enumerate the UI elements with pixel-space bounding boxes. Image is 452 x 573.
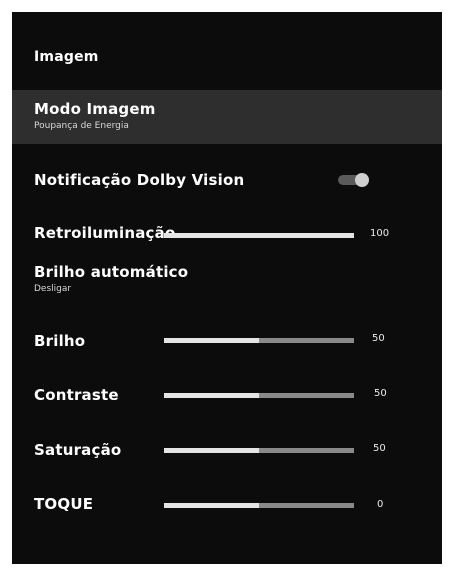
sharpness-value: 0 [377,499,384,510]
sharpness-item[interactable]: TOQUE 0 [12,489,442,519]
menu-title: Imagem [34,49,99,65]
saturation-item[interactable]: Saturação 50 [12,435,442,465]
contrast-item[interactable]: Contraste 50 [12,380,442,410]
backlight-item[interactable]: Retroiluminação 100 [12,218,442,248]
dolby-vision-notification-item[interactable]: Notificação Dolby Vision [12,164,442,200]
brightness-slider-fill [164,338,259,343]
brightness-slider[interactable] [164,338,354,343]
backlight-slider[interactable] [164,233,354,238]
picture-mode-label: Modo Imagem [34,100,156,118]
dolby-vision-notification-label: Notificação Dolby Vision [34,171,245,189]
backlight-slider-fill [164,233,354,238]
auto-brightness-label: Brilho automático [34,263,189,281]
sharpness-slider[interactable] [164,503,354,508]
sharpness-label: TOQUE [34,495,94,513]
contrast-slider[interactable] [164,393,354,398]
saturation-value: 50 [373,443,386,454]
contrast-label: Contraste [34,386,119,404]
picture-mode-item[interactable]: Modo Imagem Poupança de Energia [12,90,442,144]
auto-brightness-item[interactable]: Brilho automático Desligar [12,258,442,306]
auto-brightness-value: Desligar [34,284,72,294]
picture-settings-panel: Imagem Modo Imagem Poupança de Energia N… [12,12,442,564]
sharpness-slider-fill [164,503,259,508]
brightness-label: Brilho [34,332,86,350]
backlight-value: 100 [370,228,390,239]
dolby-vision-notification-toggle[interactable] [338,173,370,187]
contrast-value: 50 [374,388,387,399]
saturation-label: Saturação [34,441,122,459]
toggle-knob [355,173,369,187]
saturation-slider[interactable] [164,448,354,453]
picture-mode-value: Poupança de Energia [34,121,129,131]
contrast-slider-fill [164,393,259,398]
saturation-slider-fill [164,448,259,453]
backlight-label: Retroiluminação [34,224,176,242]
brightness-item[interactable]: Brilho 50 [12,326,442,356]
brightness-value: 50 [372,333,385,344]
